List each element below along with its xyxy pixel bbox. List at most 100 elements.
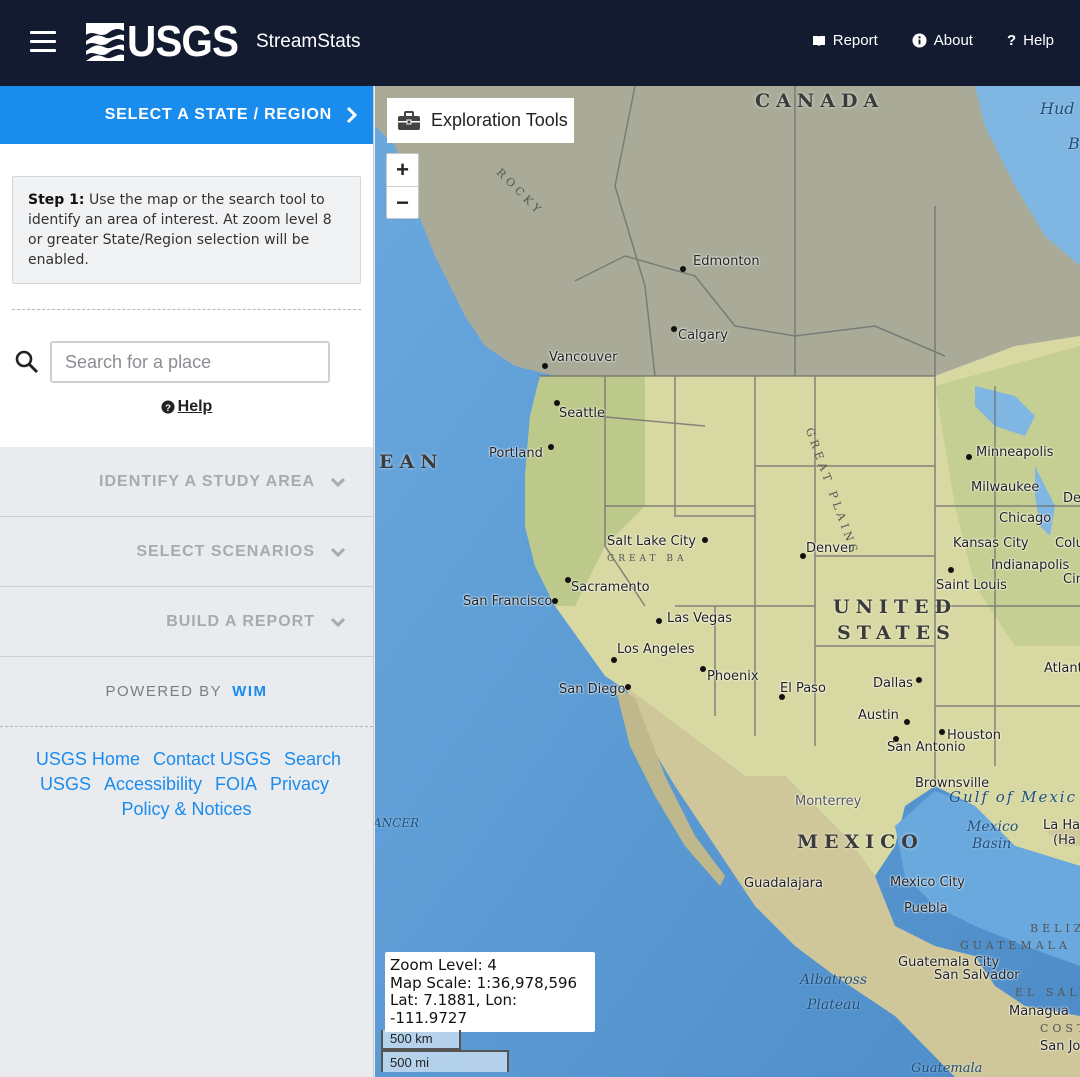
powered-by: POWERED BY WIM: [0, 657, 373, 727]
label-edmonton: Edmonton: [693, 254, 760, 269]
chevron-down-icon: [331, 617, 345, 627]
footer-links: USGS Home Contact USGS Search USGS Acces…: [0, 727, 373, 842]
city-dot: [611, 657, 617, 663]
usgs-logo[interactable]: USGS: [86, 20, 248, 64]
city-dot: [548, 444, 554, 450]
label-canada: CANADA: [755, 90, 885, 112]
label-mexico-city: Mexico City: [890, 875, 966, 890]
label-bay-fragment: B: [1068, 134, 1080, 153]
nav-about[interactable]: About: [912, 32, 973, 49]
zoom-control: + −: [386, 153, 419, 219]
label-guatemala-country: GUATEMALA: [960, 939, 1071, 952]
step1-instructions: Step 1: Use the map or the search tool t…: [12, 176, 361, 284]
label-monterrey: Monterrey: [795, 794, 862, 809]
help-link[interactable]: ? Help: [12, 398, 361, 416]
top-navbar: USGS StreamStats Report About ? Help: [0, 0, 1080, 86]
label-phoenix: Phoenix: [707, 669, 759, 684]
label-tropic-fragment: ANCER: [375, 816, 420, 830]
help-link-label: Help: [177, 398, 213, 415]
select-scenarios-section[interactable]: SELECT SCENARIOS: [0, 517, 373, 587]
zoom-out-button[interactable]: −: [387, 186, 418, 218]
label-kansas-city: Kansas City: [953, 536, 1029, 551]
city-dot: [554, 400, 560, 406]
chevron-down-icon: [331, 477, 345, 487]
footer-link-foia[interactable]: FOIA: [215, 774, 257, 794]
label-minneapolis: Minneapolis: [976, 445, 1054, 460]
label-guadalajara: Guadalajara: [744, 876, 823, 891]
identify-study-area-section[interactable]: IDENTIFY A STUDY AREA: [0, 447, 373, 517]
city-dot: [948, 567, 954, 573]
nav-help[interactable]: ? Help: [1007, 32, 1054, 49]
footer-link-policy-notices[interactable]: Policy & Notices: [121, 799, 251, 819]
label-managua: Managua: [1009, 1004, 1069, 1019]
label-mexico: MEXICO: [797, 831, 924, 853]
label-puebla: Puebla: [904, 901, 948, 916]
label-united: UNITED: [833, 596, 957, 618]
label-la-habana-fragment2: (Ha: [1053, 833, 1076, 848]
footer-link-accessibility[interactable]: Accessibility: [104, 774, 202, 794]
divider: [12, 309, 361, 310]
exploration-tools-button[interactable]: Exploration Tools: [387, 98, 574, 143]
label-states: STATES: [837, 622, 956, 644]
hamburger-menu-icon[interactable]: [30, 31, 56, 53]
zoom-level-readout: Zoom Level: 4: [390, 956, 497, 974]
map-info-panel: Zoom Level: 4 Map Scale: 1:36,978,596 La…: [385, 952, 595, 1032]
city-dot: [893, 736, 899, 742]
lat-lon-readout: Lat: 7.1881, Lon: -111.9727: [390, 991, 518, 1027]
footer-link-contact-usgs[interactable]: Contact USGS: [153, 749, 271, 769]
scale-bar-km: 500 km: [381, 1030, 461, 1050]
city-dot: [779, 694, 785, 700]
label-great-basin: GREAT BA: [607, 554, 688, 564]
city-dot: [542, 363, 548, 369]
search-input[interactable]: [50, 341, 330, 383]
label-albatross: Albatross: [800, 972, 868, 988]
city-dot: [565, 577, 571, 583]
city-dot: [904, 719, 910, 725]
label-chicago: Chicago: [999, 511, 1052, 526]
label-hudson-fragment: Hud: [1040, 99, 1075, 118]
wim-link[interactable]: WIM: [232, 683, 267, 700]
label-san-salvador: San Salvador: [934, 968, 1020, 983]
label-mexico-basin2: Basin: [972, 836, 1012, 852]
map-scale-readout: Map Scale: 1:36,978,596: [390, 973, 578, 992]
build-report-section[interactable]: BUILD A REPORT: [0, 587, 373, 657]
footer-link-usgs-home[interactable]: USGS Home: [36, 749, 140, 769]
select-scenarios-label: SELECT SCENARIOS: [136, 542, 315, 560]
usgs-wave-icon: [86, 23, 124, 61]
label-san-jose-fragment: San Jo: [1040, 1039, 1080, 1054]
city-dot: [966, 454, 972, 460]
nav-report[interactable]: Report: [812, 32, 878, 49]
label-calgary: Calgary: [678, 328, 728, 343]
label-el-salvador-fragment: EL SALV: [1015, 986, 1080, 999]
label-las-vegas: Las Vegas: [667, 611, 732, 626]
city-dot: [800, 553, 806, 559]
label-ocean-fragment: EAN: [379, 451, 444, 473]
zoom-in-button[interactable]: +: [387, 154, 418, 186]
nav-about-label: About: [933, 32, 973, 49]
nav-report-label: Report: [832, 32, 878, 49]
city-dot: [916, 677, 922, 683]
scale-bar-mi: 500 mi: [381, 1050, 509, 1072]
label-houston: Houston: [947, 728, 1002, 743]
label-saint-louis: Saint Louis: [936, 578, 1007, 593]
select-state-region-header[interactable]: SELECT A STATE / REGION: [0, 86, 373, 144]
chevron-down-icon: [331, 547, 345, 557]
city-dot: [552, 598, 558, 604]
sidebar: SELECT A STATE / REGION Step 1: Use the …: [0, 86, 374, 1077]
label-portland: Portland: [489, 446, 543, 461]
label-mexico-basin: Mexico: [967, 819, 1019, 835]
footer-link-privacy[interactable]: Privacy: [270, 774, 329, 794]
label-milwaukee: Milwaukee: [971, 480, 1040, 495]
label-costa-rica-fragment: COSTA: [1040, 1022, 1080, 1035]
city-dot: [702, 537, 708, 543]
label-los-angeles: Los Angeles: [617, 642, 695, 657]
build-report-label: BUILD A REPORT: [166, 612, 315, 630]
identify-study-area-label: IDENTIFY A STUDY AREA: [99, 472, 315, 490]
search-icon[interactable]: [14, 349, 40, 375]
app-title: StreamStats: [256, 31, 361, 52]
map-view[interactable]: CANADA UNITED STATES MEXICO EAN ANCER Hu…: [375, 86, 1080, 1077]
label-dallas: Dallas: [873, 676, 913, 691]
label-columbus-fragment: Colum: [1055, 536, 1080, 551]
label-vancouver: Vancouver: [549, 350, 618, 365]
chevron-right-icon: [346, 107, 357, 123]
